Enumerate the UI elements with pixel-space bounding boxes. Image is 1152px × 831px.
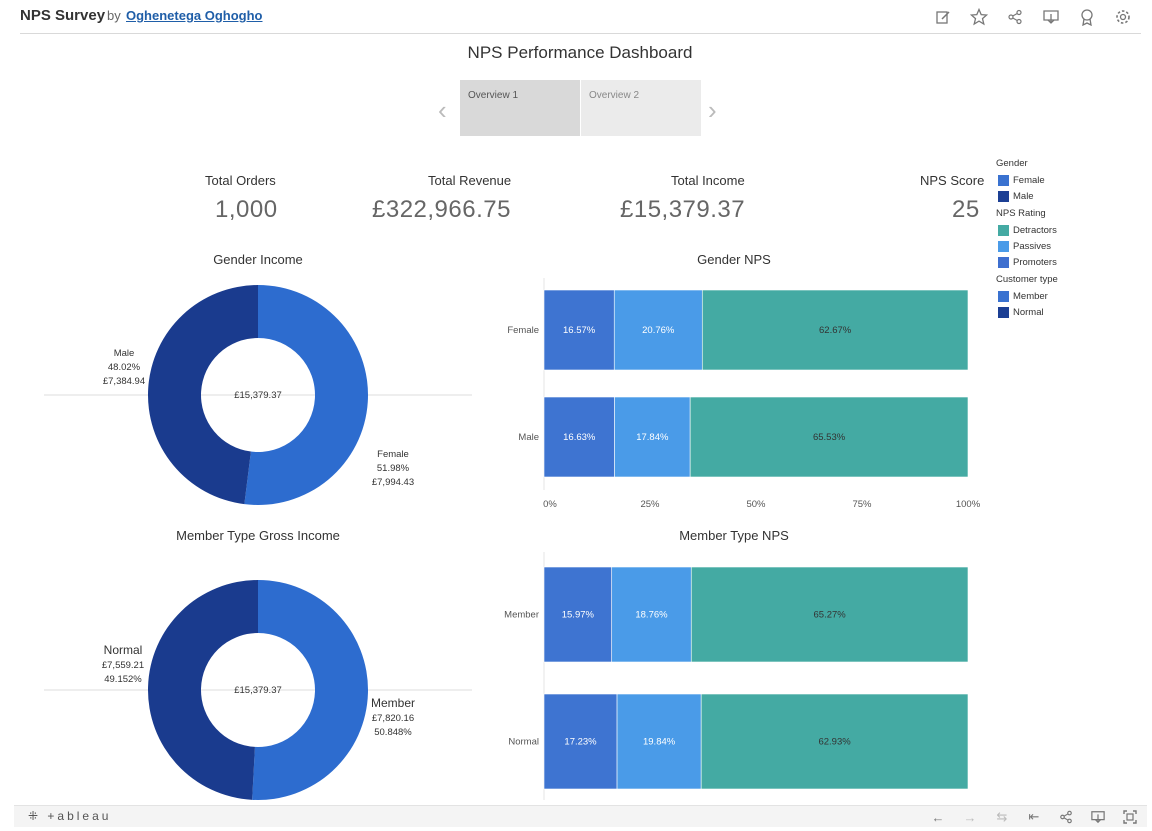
- donut-label-female: £7,994.43: [372, 477, 414, 488]
- donut-label-normal: Normal: [104, 643, 143, 657]
- donut-label-male: £7,384.94: [103, 376, 145, 387]
- donut-label-male: Male: [114, 348, 135, 359]
- fullscreen-icon[interactable]: [1121, 808, 1139, 826]
- bar-value-label: 18.76%: [635, 610, 668, 621]
- donut-label-male: 48.02%: [108, 362, 141, 373]
- bottom-toolbar-icons: ← → ⇆ ⇤: [929, 808, 1139, 826]
- bar-value-label: 16.57%: [563, 325, 596, 336]
- bar-category-label: Normal: [508, 737, 539, 748]
- bar-value-label: 20.76%: [642, 325, 675, 336]
- bar-value-label: 17.84%: [636, 432, 669, 443]
- bar-value-label: 16.63%: [563, 432, 596, 443]
- x-tick-label: 75%: [852, 499, 872, 510]
- bar-value-label: 65.27%: [814, 610, 847, 621]
- bar-category-label: Member: [504, 610, 539, 621]
- donut-label-member: £7,820.16: [372, 713, 414, 724]
- bar-value-label: 65.53%: [813, 432, 846, 443]
- x-tick-label: 0%: [543, 499, 557, 510]
- undo-icon[interactable]: ←: [929, 808, 947, 826]
- donut-label-member: Member: [371, 696, 415, 710]
- charts-layer: £15,379.37 Female 51.98% £7,994.43 Male 48.02…: [44, 278, 981, 800]
- redo-icon[interactable]: →: [961, 808, 979, 826]
- donut-label-normal: 49.152%: [104, 674, 142, 685]
- bar-value-label: 19.84%: [643, 737, 676, 748]
- bar-value-label: 17.23%: [564, 737, 597, 748]
- tableau-logo[interactable]: ⁜ +ableau: [28, 809, 111, 823]
- donut-label-female: 51.98%: [377, 463, 410, 474]
- bar-category-label: Male: [518, 432, 539, 443]
- bar-category-label: Female: [507, 325, 539, 336]
- donut-label-female: Female: [377, 449, 409, 460]
- download-icon[interactable]: [1089, 808, 1107, 826]
- revert-icon[interactable]: ⇆: [993, 808, 1011, 826]
- tableau-logo-text: +ableau: [47, 809, 112, 823]
- reset-icon[interactable]: ⇤: [1025, 808, 1043, 826]
- x-tick-label: 50%: [746, 499, 766, 510]
- donut-center-label: £15,379.37: [234, 685, 282, 696]
- bar-value-label: 62.67%: [819, 325, 852, 336]
- bar-value-label: 15.97%: [562, 610, 595, 621]
- x-tick-label: 25%: [640, 499, 660, 510]
- bottom-toolbar: ⁜ +ableau ← → ⇆ ⇤: [14, 805, 1147, 827]
- x-tick-label: 100%: [956, 499, 981, 510]
- donut-label-normal: £7,559.21: [102, 660, 144, 671]
- share-icon[interactable]: [1057, 808, 1075, 826]
- donut-center-label: £15,379.37: [234, 390, 282, 401]
- bar-value-label: 62.93%: [818, 737, 851, 748]
- donut-label-member: 50.848%: [374, 727, 412, 738]
